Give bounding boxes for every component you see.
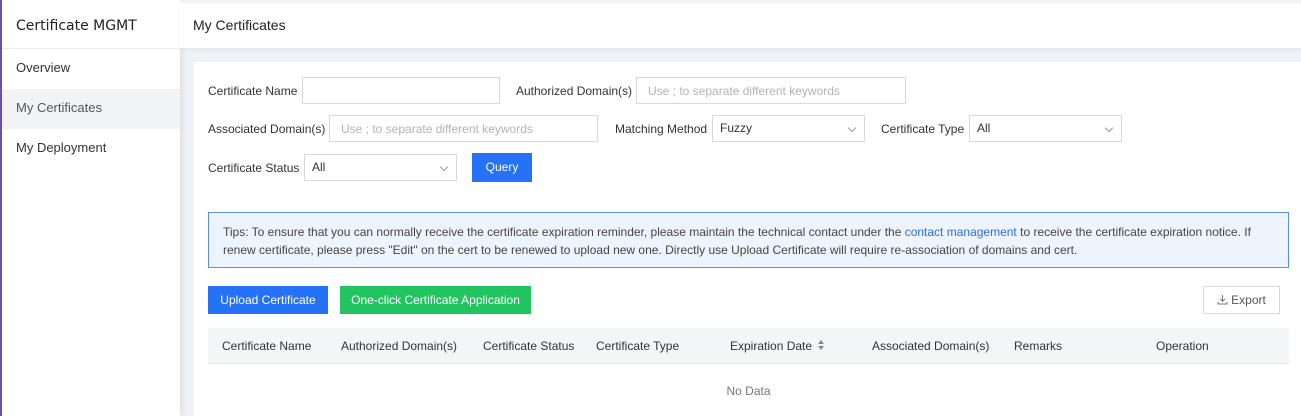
column-certificate-name: Certificate Name <box>222 339 312 353</box>
sidebar-title: Certificate MGMT <box>2 0 180 49</box>
query-button[interactable]: Query <box>472 153 532 182</box>
matching-method-value: Fuzzy <box>720 121 753 135</box>
sidebar-item-my-deployment[interactable]: My Deployment <box>2 129 180 169</box>
certificate-type-value: All <box>977 121 991 135</box>
authorized-domains-label: Authorized Domain(s) <box>516 84 633 98</box>
certificate-name-label: Certificate Name <box>208 84 298 98</box>
export-button[interactable]: Export <box>1203 286 1280 314</box>
contact-management-link[interactable]: contact management <box>905 225 1017 239</box>
column-expiration-date-label: Expiration Date <box>730 339 813 353</box>
export-label: Export <box>1231 293 1266 307</box>
tips-text-before: Tips: To ensure that you can normally re… <box>223 225 905 239</box>
table-empty-state: No Data <box>726 384 771 398</box>
certificate-application-button[interactable]: One-click Certificate Application <box>340 286 531 314</box>
authorized-domains-input[interactable] <box>636 77 906 104</box>
certificate-status-value: All <box>312 160 326 174</box>
table-header: Certificate Name Authorized Domain(s) Ce… <box>208 328 1289 364</box>
main-panel: Certificate Name Authorized Domain(s) As… <box>194 62 1301 416</box>
matching-method-select[interactable]: Fuzzy <box>712 115 865 142</box>
chevron-down-icon <box>847 123 857 133</box>
column-certificate-status: Certificate Status <box>483 339 575 353</box>
certificate-type-label: Certificate Type <box>881 122 965 136</box>
column-certificate-type: Certificate Type <box>596 339 680 353</box>
certificate-status-label: Certificate Status <box>208 161 300 175</box>
chevron-down-icon <box>439 162 449 172</box>
header-bar: My Certificates <box>180 0 1301 48</box>
sidebar: Certificate MGMT Overview My Certificate… <box>0 0 180 416</box>
certificate-name-input[interactable] <box>302 77 500 104</box>
sidebar-item-my-certificates[interactable]: My Certificates <box>2 89 180 129</box>
column-remarks: Remarks <box>1014 339 1063 353</box>
download-icon <box>1217 295 1228 305</box>
tips-banner: Tips: To ensure that you can normally re… <box>208 212 1289 268</box>
sidebar-item-overview[interactable]: Overview <box>2 49 180 89</box>
associated-domains-input[interactable] <box>329 115 598 142</box>
associated-domains-label: Associated Domain(s) <box>208 122 326 136</box>
upload-certificate-button[interactable]: Upload Certificate <box>208 286 328 314</box>
page-title: My Certificates <box>193 17 286 33</box>
column-associated-domains: Associated Domain(s) <box>872 339 990 353</box>
certificate-status-select[interactable]: All <box>304 154 457 181</box>
column-expiration-date[interactable]: Expiration Date <box>730 328 825 364</box>
chevron-down-icon <box>1104 123 1114 133</box>
sort-icon[interactable] <box>818 340 825 351</box>
matching-method-label: Matching Method <box>615 122 708 136</box>
column-operation: Operation <box>1156 339 1209 353</box>
column-authorized-domains: Authorized Domain(s) <box>341 339 458 353</box>
certificate-type-select[interactable]: All <box>969 115 1122 142</box>
